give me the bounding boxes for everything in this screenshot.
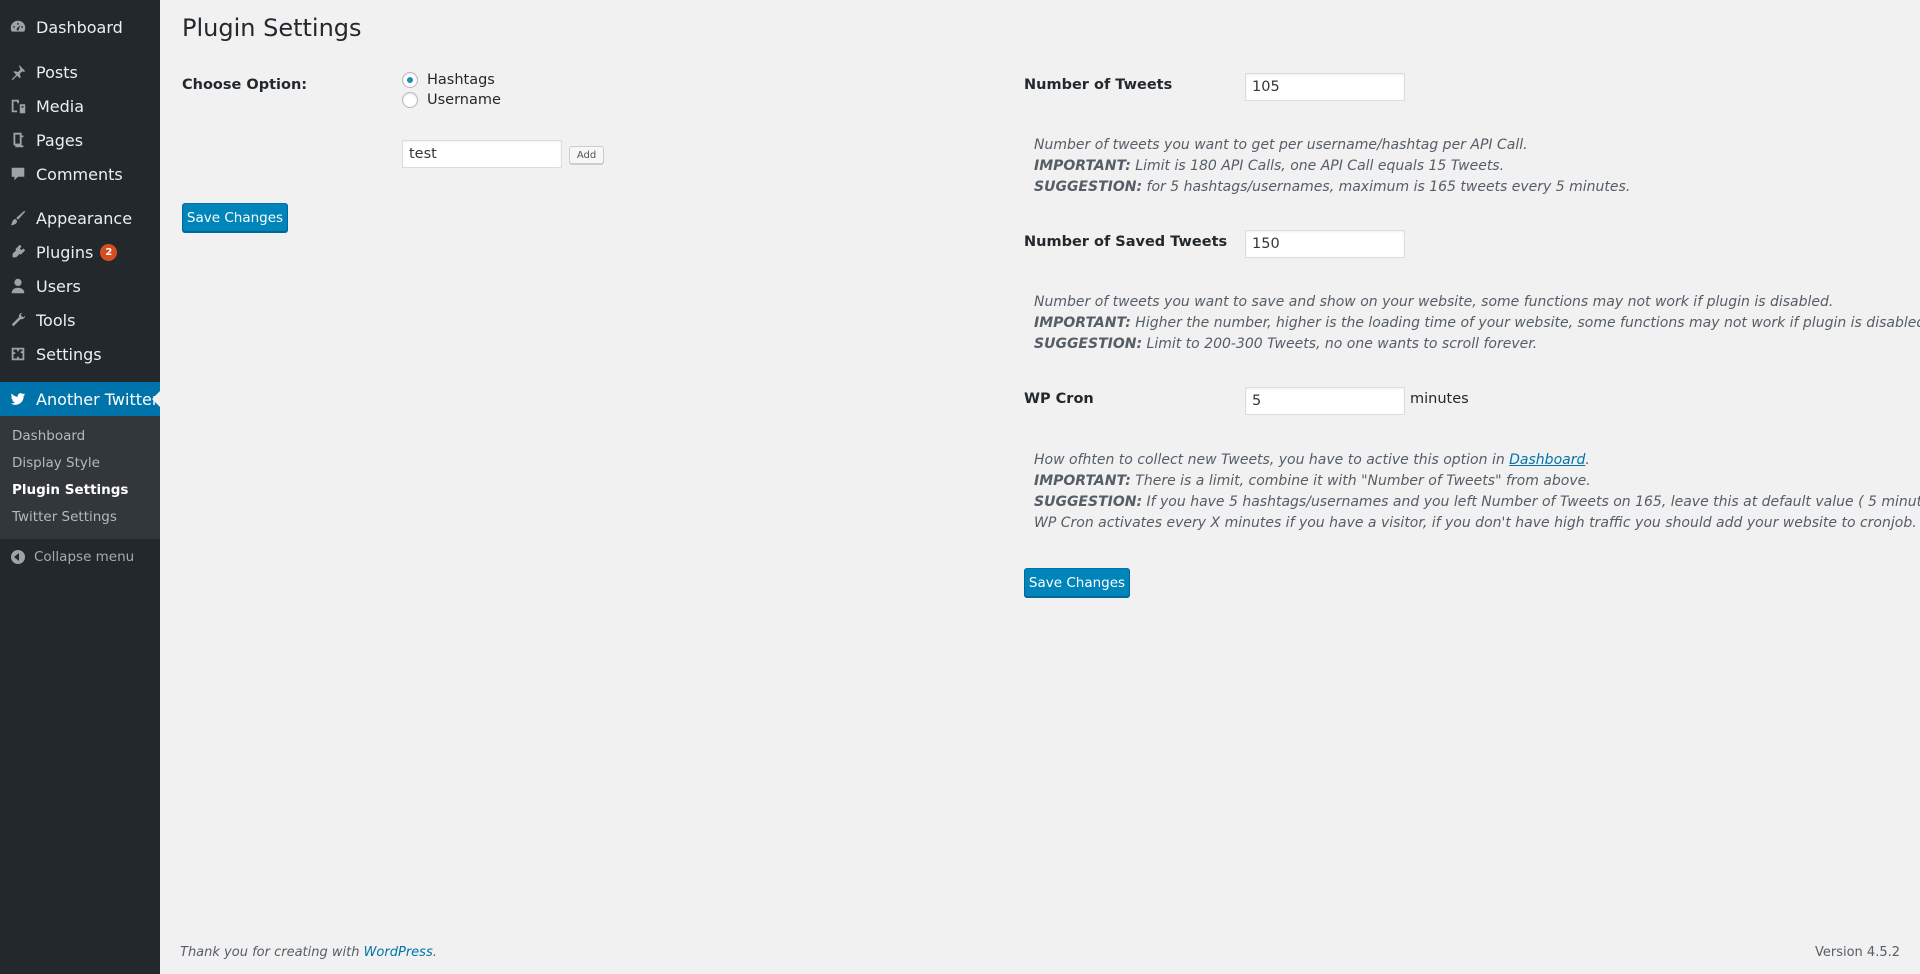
sidebar-item-tools[interactable]: Tools bbox=[0, 303, 160, 337]
sidebar-item-label: Appearance bbox=[36, 208, 133, 228]
description-line: SUGGESTION: Limit to 200-300 Tweets, no … bbox=[1034, 336, 1538, 352]
dashboard-link[interactable]: Dashboard bbox=[1509, 452, 1585, 468]
submenu-item-twitter-settings[interactable]: Twitter Settings bbox=[12, 509, 117, 525]
hashtags-radio[interactable] bbox=[402, 72, 418, 88]
sidebar-item-label: Dashboard bbox=[36, 17, 123, 37]
description-line: IMPORTANT: Limit is 180 API Calls, one A… bbox=[1034, 158, 1505, 174]
description-line: How ofhten to collect new Tweets, you ha… bbox=[1034, 452, 1590, 468]
description-line: Number of tweets you want to get per use… bbox=[1034, 137, 1528, 153]
number-of-tweets-input[interactable] bbox=[1245, 73, 1405, 101]
admin-sidebar: Dashboard Posts Media Pages Comments App… bbox=[0, 0, 160, 974]
wrench-icon bbox=[0, 311, 36, 329]
number-of-tweets-label: Number of Tweets bbox=[1024, 77, 1173, 93]
sidebar-item-label: Another Twitter bbox=[36, 389, 159, 409]
radio-option-username[interactable]: Username bbox=[402, 92, 501, 108]
sidebar-item-users[interactable]: Users bbox=[0, 269, 160, 303]
description-line: IMPORTANT: Higher the number, higher is … bbox=[1034, 315, 1920, 331]
update-count-badge: 2 bbox=[100, 243, 118, 261]
user-icon bbox=[0, 277, 36, 295]
sidebar-item-pages[interactable]: Pages bbox=[0, 123, 160, 157]
submenu: Dashboard Display Style Plugin Settings … bbox=[0, 416, 160, 539]
sidebar-item-another-twitter[interactable]: Another Twitter bbox=[0, 382, 160, 416]
wp-cron-label: WP Cron bbox=[1024, 391, 1094, 407]
number-of-saved-tweets-input[interactable] bbox=[1245, 230, 1405, 258]
sidebar-item-plugins[interactable]: Plugins 2 bbox=[0, 235, 160, 269]
sidebar-item-settings[interactable]: Settings bbox=[0, 337, 160, 371]
sidebar-item-label: Media bbox=[36, 96, 85, 116]
sidebar-item-label: Tools bbox=[36, 310, 76, 330]
submenu-item-dashboard[interactable]: Dashboard bbox=[12, 428, 85, 444]
tweets-description: Number of tweets you want to get per use… bbox=[1034, 135, 1630, 198]
footer-version: Version 4.5.2 bbox=[1814, 945, 1900, 960]
description-line: SUGGESTION: If you have 5 hashtags/usern… bbox=[1034, 494, 1920, 510]
dashboard-icon bbox=[0, 18, 36, 36]
saved-tweets-description: Number of tweets you want to save and sh… bbox=[1034, 292, 1920, 355]
collapse-menu-button[interactable]: Collapse menu bbox=[0, 545, 160, 569]
username-radio[interactable] bbox=[402, 92, 418, 108]
hashtag-input[interactable] bbox=[402, 140, 562, 168]
settings-icon bbox=[0, 345, 36, 363]
submenu-item-plugin-settings[interactable]: Plugin Settings bbox=[12, 482, 128, 498]
wp-cron-input[interactable] bbox=[1245, 387, 1405, 415]
minutes-unit-label: minutes bbox=[1410, 391, 1469, 407]
wordpress-link[interactable]: WordPress bbox=[364, 945, 433, 960]
description-line: Number of tweets you want to save and sh… bbox=[1034, 294, 1834, 310]
pages-icon bbox=[0, 131, 36, 149]
wp-cron-description: How ofhten to collect new Tweets, you ha… bbox=[1034, 450, 1920, 534]
sidebar-item-label: Settings bbox=[36, 344, 102, 364]
choose-option-label: Choose Option: bbox=[182, 77, 308, 93]
brush-icon bbox=[0, 209, 36, 227]
twitter-icon bbox=[0, 390, 36, 408]
radio-option-hashtags[interactable]: Hashtags bbox=[402, 72, 495, 88]
description-line: IMPORTANT: There is a limit, combine it … bbox=[1034, 473, 1591, 489]
collapse-icon bbox=[11, 550, 25, 564]
radio-label: Hashtags bbox=[427, 72, 495, 88]
sidebar-item-label: Plugins bbox=[36, 242, 94, 262]
description-line: SUGGESTION: for 5 hashtags/usernames, ma… bbox=[1034, 179, 1631, 195]
save-changes-button-left[interactable]: Save Changes bbox=[182, 203, 288, 232]
collapse-menu-label: Collapse menu bbox=[34, 549, 135, 565]
footer-thanks: Thank you for creating with WordPress. bbox=[180, 945, 437, 960]
number-of-saved-tweets-label: Number of Saved Tweets bbox=[1024, 234, 1228, 250]
sidebar-item-label: Comments bbox=[36, 164, 123, 184]
sidebar-item-comments[interactable]: Comments bbox=[0, 157, 160, 191]
media-icon bbox=[0, 97, 36, 115]
sidebar-item-label: Users bbox=[36, 276, 81, 296]
add-button[interactable]: Add bbox=[569, 146, 604, 164]
sidebar-item-media[interactable]: Media bbox=[0, 89, 160, 123]
sidebar-item-posts[interactable]: Posts bbox=[0, 55, 160, 89]
sidebar-item-label: Pages bbox=[36, 130, 84, 150]
submenu-item-display-style[interactable]: Display Style bbox=[12, 455, 100, 471]
save-changes-button-right[interactable]: Save Changes bbox=[1024, 568, 1130, 597]
pin-icon bbox=[0, 63, 36, 81]
sidebar-item-label: Posts bbox=[36, 62, 78, 82]
sidebar-item-appearance[interactable]: Appearance bbox=[0, 201, 160, 235]
sidebar-item-dashboard[interactable]: Dashboard bbox=[0, 10, 160, 44]
description-line: WP Cron activates every X minutes if you… bbox=[1034, 515, 1917, 531]
radio-label: Username bbox=[427, 92, 501, 108]
page-title: Plugin Settings bbox=[182, 14, 362, 42]
plugin-icon bbox=[0, 243, 36, 261]
comment-icon bbox=[0, 165, 36, 183]
